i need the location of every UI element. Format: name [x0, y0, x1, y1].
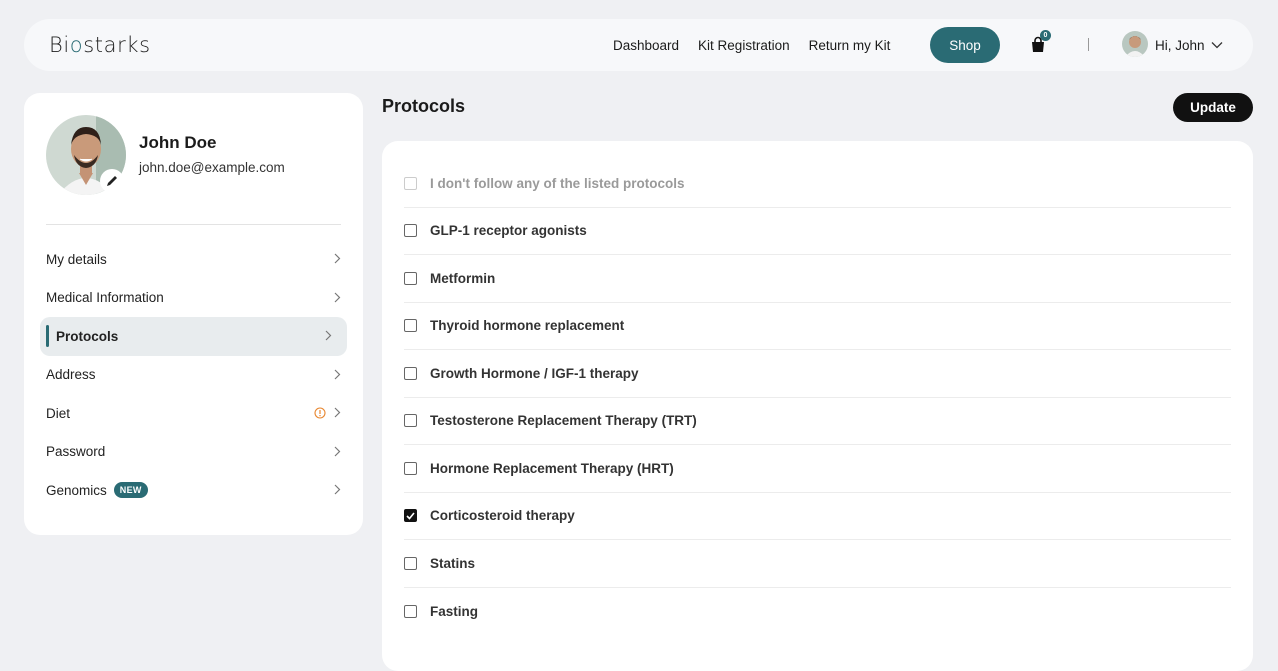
profile-name: John Doe [139, 133, 217, 152]
top-header: Biostarks Dashboard Kit Registration Ret… [24, 19, 1253, 71]
pencil-icon [107, 176, 117, 186]
sidebar-item-label: My details [46, 251, 107, 267]
update-button[interactable]: Update [1173, 93, 1253, 122]
sidebar-item-my-details[interactable]: My details [40, 240, 347, 279]
protocol-label: Hormone Replacement Therapy (HRT) [430, 460, 674, 476]
checkmark-icon [406, 512, 415, 520]
shop-button[interactable]: Shop [930, 27, 1000, 63]
protocol-option[interactable]: Testosterone Replacement Therapy (TRT) [404, 398, 1231, 445]
sidebar-item-label: Genomics [46, 482, 107, 498]
main-nav: Dashboard Kit Registration Return my Kit [613, 19, 909, 71]
sidebar-item-diet[interactable]: Diet [40, 394, 347, 433]
chevron-right-icon [334, 292, 341, 302]
sidebar-item-genomics[interactable]: Genomics NEW [40, 471, 347, 510]
chevron-right-icon [334, 446, 341, 456]
user-menu[interactable]: Hi, John [1155, 19, 1223, 71]
sidebar-item-address[interactable]: Address [40, 356, 347, 395]
protocol-checkbox[interactable] [404, 224, 417, 238]
protocol-label: Testosterone Replacement Therapy (TRT) [430, 413, 697, 429]
protocol-checkbox[interactable] [404, 414, 417, 428]
protocol-checkbox[interactable] [404, 556, 417, 570]
user-avatar-small[interactable] [1122, 31, 1148, 57]
protocol-label: Statins [430, 555, 476, 571]
protocol-checkbox[interactable] [404, 461, 417, 475]
profile-email: john.doe@example.com [139, 160, 285, 175]
protocol-option[interactable]: I don't follow any of the listed protoco… [404, 160, 1231, 208]
protocol-label: Fasting [430, 603, 479, 619]
edit-avatar-button[interactable] [100, 169, 124, 193]
cart-count-badge: 0 [1040, 30, 1051, 41]
sidebar-item-label: Diet [46, 405, 71, 421]
chevron-right-icon [334, 369, 341, 379]
sidebar-divider [46, 224, 341, 225]
sidebar-item-password[interactable]: Password [40, 433, 347, 472]
protocol-option[interactable]: Corticosteroid therapy [404, 493, 1231, 540]
chevron-right-icon [334, 407, 341, 418]
biostarks-logo[interactable]: Biostarks [49, 33, 151, 57]
nav-kit-registration[interactable]: Kit Registration [698, 38, 790, 53]
nav-dashboard[interactable]: Dashboard [613, 38, 679, 53]
protocol-checkbox[interactable] [404, 604, 417, 618]
protocol-checkbox[interactable] [404, 319, 417, 333]
sidebar-item-label: Protocols [56, 328, 119, 344]
page-title: Protocols [382, 96, 466, 116]
sidebar-menu: My details Medical Information Protocols… [40, 240, 347, 510]
chevron-right-icon [334, 253, 341, 264]
sidebar-item-label: Password [46, 444, 106, 460]
protocol-option[interactable]: Hormone Replacement Therapy (HRT) [404, 445, 1231, 493]
protocol-label: Corticosteroid therapy [430, 508, 575, 524]
protocol-option[interactable]: Thyroid hormone replacement [404, 303, 1231, 350]
protocol-option[interactable]: Growth Hormone / IGF-1 therapy [404, 350, 1231, 398]
protocols-list: I don't follow any of the listed protoco… [404, 160, 1231, 635]
sidebar-item-medical-information[interactable]: Medical Information [40, 279, 347, 318]
nav-return-my-kit[interactable]: Return my Kit [809, 38, 891, 53]
protocol-checkbox[interactable] [404, 176, 417, 190]
account-sidebar: John Doe john.doe@example.com My details… [24, 93, 363, 535]
warning-icon [314, 407, 326, 419]
protocol-checkbox[interactable] [404, 271, 417, 285]
header-divider [1088, 38, 1089, 51]
protocol-option[interactable]: GLP-1 receptor agonists [404, 208, 1231, 255]
new-badge: NEW [113, 482, 148, 499]
protocol-option[interactable]: Metformin [404, 255, 1231, 303]
protocols-panel: I don't follow any of the listed protoco… [382, 141, 1253, 671]
sidebar-item-label: Address [46, 367, 96, 383]
protocol-label: Thyroid hormone replacement [430, 318, 625, 334]
protocol-label: I don't follow any of the listed protoco… [430, 175, 685, 191]
chevron-right-icon [334, 484, 341, 495]
protocol-option[interactable]: Statins [404, 540, 1231, 588]
sidebar-item-protocols[interactable]: Protocols [40, 317, 347, 356]
sidebar-item-label: Medical Information [46, 290, 164, 306]
protocol-checkbox[interactable] [404, 509, 417, 523]
protocol-label: Metformin [430, 270, 496, 286]
protocol-option[interactable]: Fasting [404, 588, 1231, 636]
chevron-right-icon [325, 330, 332, 341]
protocol-label: Growth Hormone / IGF-1 therapy [430, 365, 639, 381]
greeting-text: Hi, John [1155, 37, 1205, 53]
protocol-label: GLP-1 receptor agonists [430, 223, 587, 239]
protocol-checkbox[interactable] [404, 366, 417, 380]
chevron-down-icon [1211, 42, 1222, 49]
